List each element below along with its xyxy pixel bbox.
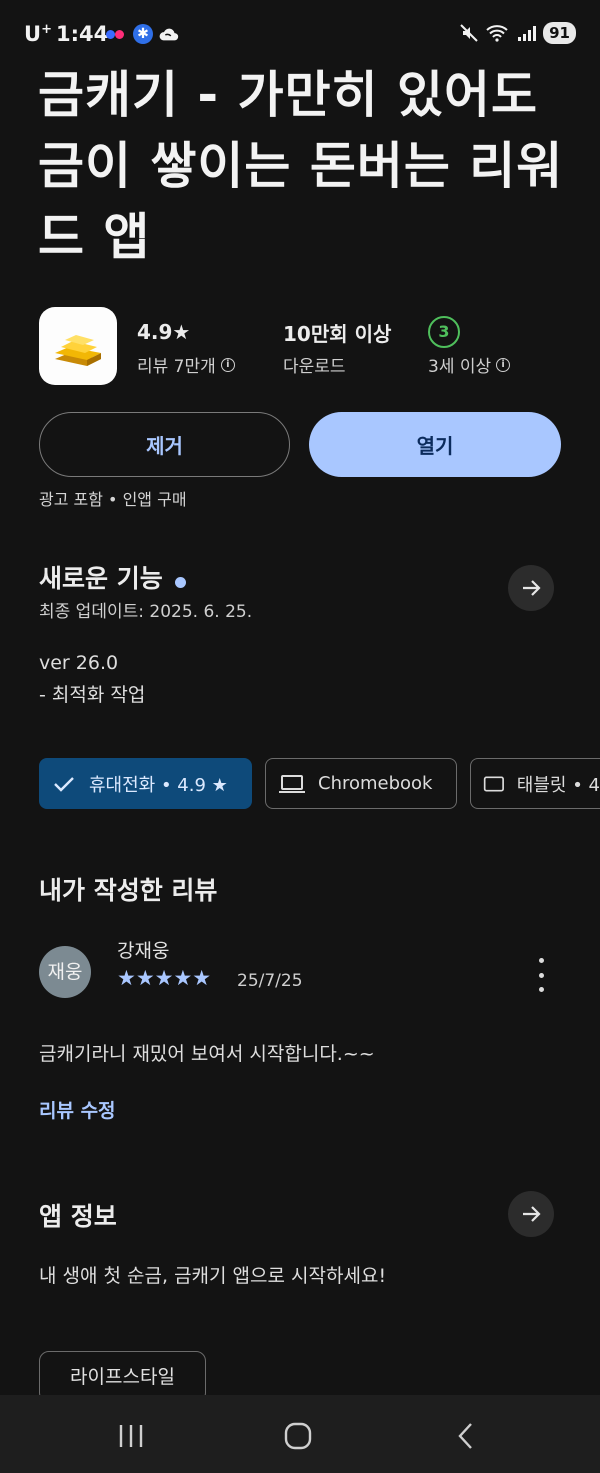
new-indicator-dot (174, 577, 186, 588)
app-title: 금캐기 - 가만히 있어도 금이 쌓이는 돈버는 리워드 앱 (38, 66, 564, 266)
battery-indicator: 91 (543, 22, 576, 44)
age-rating-badge: 3 (428, 316, 460, 348)
mute-icon (460, 24, 478, 42)
whats-new-title: 새로운 기능 (39, 564, 163, 593)
arrow-right-icon (523, 580, 541, 596)
status-time: 1:44 (56, 22, 109, 46)
downloads-label: 다운로드 (283, 357, 346, 377)
wifi-icon (486, 25, 508, 42)
back-icon (458, 1423, 472, 1449)
more-options-icon[interactable] (533, 958, 549, 992)
review-date: 25/7/25 (237, 971, 303, 991)
age-rating-block[interactable]: 3 3세 이상 i (428, 316, 511, 377)
rating-value: 4.9★ (137, 320, 191, 344)
downloads-value: 10만회 이상 (283, 321, 392, 346)
arrow-right-icon (523, 1206, 541, 1222)
edit-review-link[interactable]: 리뷰 수정 (39, 1096, 116, 1123)
notification-icons: ✱ (106, 24, 180, 44)
snowflake-app-icon: ✱ (133, 24, 153, 44)
device-chip-label: Chromebook (318, 773, 433, 794)
device-chip-tablet[interactable]: 태블릿 • 4 (470, 758, 600, 809)
age-rating-label: 3세 이상 (428, 357, 492, 377)
back-button[interactable] (431, 1410, 501, 1462)
reviews-count: 리뷰 7만개 (137, 357, 216, 377)
avatar: 재웅 (39, 946, 91, 998)
laptop-icon (279, 774, 305, 793)
carrier-label: U+ (24, 22, 52, 46)
device-chip-phone[interactable]: 휴대전화 • 4.9 ★ (39, 758, 252, 809)
recents-icon (119, 1425, 143, 1447)
whats-new-arrow-button[interactable] (508, 565, 554, 611)
downloads-block: 10만회 이상 다운로드 (283, 318, 392, 378)
about-arrow-button[interactable] (508, 1191, 554, 1237)
rating-block[interactable]: 4.9★ 리뷰 7만개 i (137, 318, 235, 377)
device-chip-label: 휴대전화 • 4.9 ★ (89, 774, 228, 796)
device-chip-chromebook[interactable]: Chromebook (265, 758, 457, 809)
my-review-title: 내가 작성한 리뷰 (39, 876, 218, 905)
flickr-icon (106, 25, 128, 43)
tablet-icon (483, 775, 504, 792)
home-button[interactable] (263, 1410, 333, 1462)
last-updated: 최종 업데이트: 2025. 6. 25. (39, 602, 253, 622)
ads-purchase-note: 광고 포함 • 인앱 구매 (39, 490, 187, 509)
review-text: 금캐기라니 재밌어 보여서 시작합니다.~~ (39, 1043, 375, 1065)
uninstall-button[interactable]: 제거 (39, 412, 290, 477)
gold-bars-icon (55, 335, 101, 366)
recent-apps-button[interactable] (96, 1410, 166, 1462)
whats-new-header[interactable]: 새로운 기능 (39, 559, 186, 595)
version-text: ver 26.0 (39, 652, 119, 674)
signal-icon (518, 26, 537, 41)
device-chip-label: 태블릿 • 4 (516, 774, 600, 796)
review-stars: ★★★★★ (117, 966, 212, 990)
about-app-title[interactable]: 앱 정보 (39, 1197, 117, 1233)
check-icon (54, 776, 74, 792)
cloud-icon (159, 28, 179, 41)
info-icon: i (220, 357, 235, 372)
release-notes: - 최적화 작업 (39, 684, 146, 706)
home-icon (284, 1422, 312, 1450)
app-description: 내 생애 첫 순금, 금캐기 앱으로 시작하세요! (39, 1265, 387, 1287)
info-icon: i (496, 357, 511, 372)
system-icons: 91 (459, 22, 576, 44)
reviewer-name: 강재웅 (117, 940, 170, 962)
open-button[interactable]: 열기 (309, 412, 561, 477)
app-icon (39, 307, 117, 385)
